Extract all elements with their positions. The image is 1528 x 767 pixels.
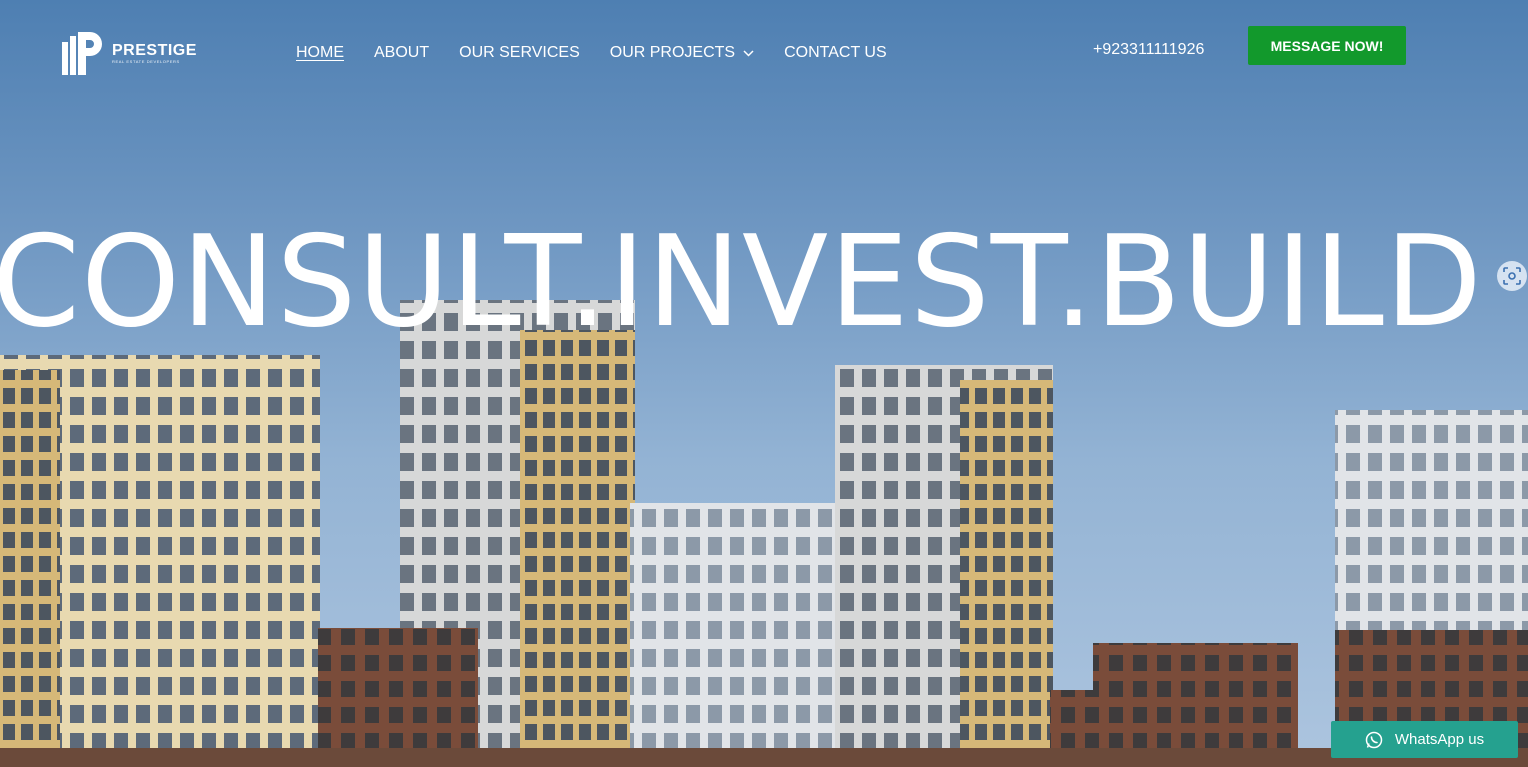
brand-name: PRESTIGE: [112, 42, 197, 59]
nav-label-our-projects: OUR PROJECTS: [609, 44, 736, 61]
nav-label-home: HOME: [296, 44, 344, 61]
main-nav: HOME ABOUT OUR SERVICES OUR PROJECTS CON…: [296, 43, 917, 63]
message-now-button[interactable]: MESSAGE NOW!: [1248, 26, 1406, 65]
nav-label-contact-us: CONTACT US: [784, 44, 887, 61]
hero-headline: CONSULT.INVEST.BUILD: [0, 208, 1483, 355]
hero-background-image: [0, 300, 1528, 767]
nav-item-our-projects[interactable]: OUR PROJECTS: [610, 43, 754, 63]
nav-label-our-services: OUR SERVICES: [459, 44, 580, 61]
scan-button[interactable]: [1497, 261, 1527, 291]
brand-tagline: REAL ESTATE DEVELOPERS: [112, 59, 180, 64]
chevron-down-icon: [743, 49, 754, 57]
whatsapp-label: WhatsApp us: [1394, 731, 1485, 748]
nav-item-contact-us[interactable]: CONTACT US: [784, 43, 887, 63]
nav-item-about[interactable]: ABOUT: [374, 43, 429, 63]
whatsapp-button[interactable]: WhatsApp us: [1331, 721, 1518, 758]
whatsapp-icon: [1365, 731, 1383, 748]
brand-logo[interactable]: PRESTIGE REAL ESTATE DEVELOPERS: [60, 30, 197, 78]
logo-building-icon: [62, 32, 102, 75]
nav-label-about: ABOUT: [374, 44, 430, 61]
scan-icon: [1503, 267, 1521, 285]
phone-number-link[interactable]: +923311111926: [1093, 40, 1204, 60]
nav-item-home[interactable]: HOME: [296, 43, 344, 63]
nav-item-our-services[interactable]: OUR SERVICES: [459, 43, 580, 63]
